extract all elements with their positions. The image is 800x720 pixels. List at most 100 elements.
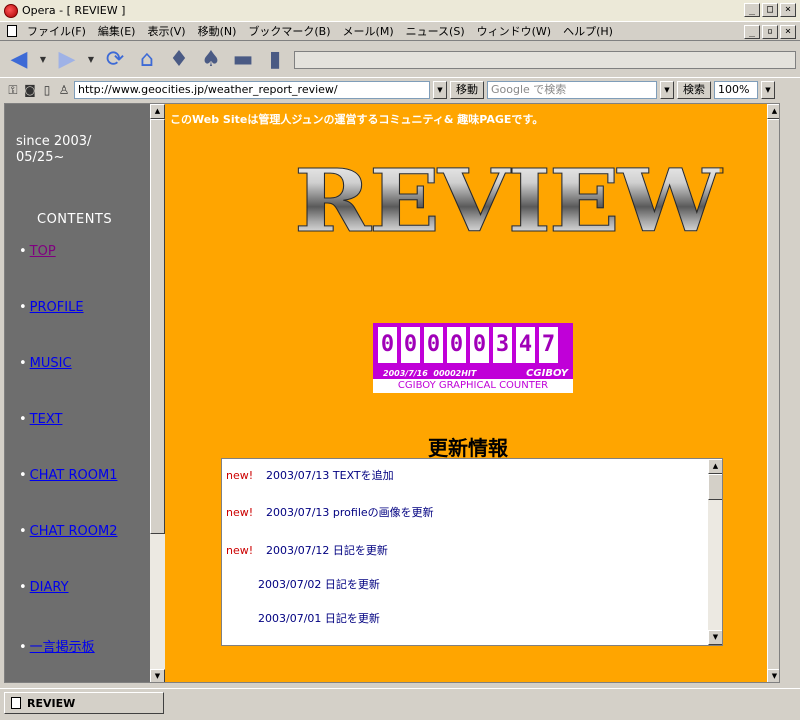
close-button[interactable]: × <box>780 3 796 17</box>
left-frame-scrollbar[interactable]: ▲ ▼ <box>150 104 165 682</box>
new-badge: new! <box>226 468 254 482</box>
child-minimize-button[interactable]: _ <box>744 25 760 39</box>
toolbar-field <box>294 50 796 69</box>
minimize-button[interactable]: _ <box>744 3 760 17</box>
menu-news[interactable]: ニュース(S) <box>400 23 471 39</box>
update-entry: 2003/07/13 TEXTを追加 <box>266 469 394 482</box>
menu-edit[interactable]: 編集(E) <box>92 23 142 39</box>
sidebar-item-chat-room1: • CHAT ROOM1 <box>19 468 118 483</box>
update-list-box: new! 2003/07/13 TEXTを追加 new! 2003/07/13 … <box>221 458 723 646</box>
wand-icon[interactable]: ♠ <box>198 47 224 73</box>
hotlist-icon[interactable]: ♦ <box>166 47 192 73</box>
sidebar-item-bbs: • 一言掲示板 <box>19 640 95 655</box>
main-frame-scrollbar[interactable]: ▲ ▼ <box>767 104 779 682</box>
update-entry: 2003/07/13 profileの画像を更新 <box>266 506 434 519</box>
main-frame: このWeb Siteは管理人ジュンの運営するコミュニティ& 趣味PAGEです。 … <box>166 104 779 682</box>
page-viewport: since 2003/ 05/25~ CONTENTS • TOP • PROFIL… <box>4 103 780 683</box>
counter-caption[interactable]: CGIBOY GRAPHICAL COUNTER <box>373 379 573 393</box>
counter-digits: 0 0 0 0 0 3 4 7 <box>373 323 573 367</box>
window-titlebar: Opera - [ REVIEW ] _ □ × <box>0 0 800 22</box>
scroll-thumb[interactable] <box>708 474 722 500</box>
opera-logo-icon <box>4 3 18 18</box>
search-input[interactable]: Google で検索 <box>487 81 657 99</box>
address-dropdown-button[interactable]: ▼ <box>433 81 447 99</box>
since-date: since 2003/ 05/25~ <box>16 134 92 165</box>
sidebar-link-music[interactable]: MUSIC <box>30 356 72 371</box>
list-item: 2003/07/01 日記を更新 <box>222 608 380 628</box>
list-item: 2003/07/02 日記を更新 <box>222 574 380 594</box>
update-entry: 2003/07/12 日記を更新 <box>266 544 388 557</box>
menu-bookmarks[interactable]: ブックマーク(B) <box>242 23 336 39</box>
back-history-dropdown-icon[interactable]: ▼ <box>38 47 48 73</box>
scroll-down-arrow-icon[interactable]: ▼ <box>767 669 779 682</box>
scroll-down-arrow-icon[interactable]: ▼ <box>708 630 722 645</box>
sidebar-link-top[interactable]: TOP <box>30 244 56 259</box>
scroll-up-arrow-icon[interactable]: ▲ <box>767 104 779 119</box>
scroll-down-arrow-icon[interactable]: ▼ <box>150 669 165 682</box>
scroll-up-arrow-icon[interactable]: ▲ <box>150 104 165 119</box>
sidebar-item-music: • MUSIC <box>19 356 72 371</box>
document-icon <box>11 697 21 709</box>
sidebar-link-text[interactable]: TEXT <box>30 412 63 427</box>
contents-heading: CONTENTS <box>37 212 113 227</box>
menu-navigate[interactable]: 移動(N) <box>192 23 243 39</box>
camera-icon[interactable]: ◙ <box>23 83 37 97</box>
page-info-icon[interactable]: ▯ <box>40 83 54 97</box>
update-list-scrollbar[interactable]: ▲ ▼ <box>708 459 722 645</box>
back-arrow-icon[interactable]: ◀ <box>6 47 32 73</box>
forward-history-dropdown-icon[interactable]: ▼ <box>86 47 96 73</box>
update-info-heading: 更新情報 <box>428 436 508 460</box>
update-entry: 2003/07/01 日記を更新 <box>258 612 380 625</box>
menu-view[interactable]: 表示(V) <box>141 23 191 39</box>
reload-icon[interactable]: ⟳ <box>102 47 128 73</box>
sidebar-link-bbs[interactable]: 一言掲示板 <box>30 640 95 655</box>
page-icon[interactable]: ▮ <box>262 47 288 73</box>
intro-text: このWeb Siteは管理人ジュンの運営するコミュニティ& 趣味PAGEです。 <box>170 113 544 126</box>
menu-help[interactable]: ヘルプ(H) <box>557 23 619 39</box>
menu-mail[interactable]: メール(M) <box>337 23 400 39</box>
zoom-dropdown-button[interactable]: ▼ <box>761 81 775 99</box>
menu-window[interactable]: ウィンドウ(W) <box>471 23 557 39</box>
sidebar-item-diary: • DIARY <box>19 580 69 595</box>
list-item: new! 2003/07/13 profileの画像を更新 <box>222 502 434 522</box>
scroll-thumb[interactable] <box>767 119 779 674</box>
address-toolbar: ⚿ ◙ ▯ ♙ http://www.geocities.jp/weather_… <box>0 79 800 101</box>
page-tab-bar: REVIEW <box>0 688 800 720</box>
sidebar-link-chat-room1[interactable]: CHAT ROOM1 <box>30 468 118 483</box>
address-input[interactable]: http://www.geocities.jp/weather_report_r… <box>74 81 430 99</box>
search-button[interactable]: 検索 <box>677 81 711 99</box>
sidebar-item-chat-room2: • CHAT ROOM2 <box>19 524 118 539</box>
menu-bar: ファイル(F) 編集(E) 表示(V) 移動(N) ブックマーク(B) メール(… <box>0 22 800 41</box>
scroll-up-arrow-icon[interactable]: ▲ <box>708 459 722 474</box>
maximize-button[interactable]: □ <box>762 3 778 17</box>
child-restore-button[interactable]: ▫ <box>762 25 778 39</box>
scroll-thumb[interactable] <box>150 119 165 534</box>
tab-label: REVIEW <box>27 696 76 710</box>
sidebar-nav: • TOP • PROFILE • MUSIC • TEXT • CHAT ROOM1 •… <box>19 244 118 682</box>
sidebar-item-top: • TOP <box>19 244 56 259</box>
counter-hits: 00002HIT <box>433 368 477 378</box>
go-button[interactable]: 移動 <box>450 81 484 99</box>
user-icon[interactable]: ♙ <box>57 83 71 97</box>
sidebar-link-profile[interactable]: PROFILE <box>30 300 84 315</box>
forward-arrow-icon[interactable]: ▶ <box>54 47 80 73</box>
review-logo: REVIEW <box>293 151 722 252</box>
window-title: Opera - [ REVIEW ] <box>22 4 126 17</box>
new-badge: new! <box>226 543 254 557</box>
lock-icon[interactable]: ⚿ <box>6 83 20 97</box>
page-tab-review[interactable]: REVIEW <box>4 692 164 714</box>
sidebar-link-chat-room2[interactable]: CHAT ROOM2 <box>30 524 118 539</box>
hit-counter: 0 0 0 0 0 3 4 7 2003/7/16 00002HIT CGIBO… <box>373 323 573 393</box>
zoom-input[interactable]: 100% <box>714 81 758 99</box>
print-icon[interactable]: ▬ <box>230 47 256 73</box>
child-close-button[interactable]: × <box>780 25 796 39</box>
home-icon[interactable]: ⌂ <box>134 47 160 73</box>
sidebar-item-text: • TEXT <box>19 412 63 427</box>
navigation-toolbar: ◀ ▼ ▶ ▼ ⟳ ⌂ ♦ ♠ ▬ ▮ <box>0 42 800 78</box>
sidebar-item-profile: • PROFILE <box>19 300 84 315</box>
new-badge: new! <box>226 505 254 519</box>
list-item: new! 2003/07/13 TEXTを追加 <box>222 465 394 485</box>
menu-file[interactable]: ファイル(F) <box>21 23 92 39</box>
search-engine-dropdown-button[interactable]: ▼ <box>660 81 674 99</box>
sidebar-link-diary[interactable]: DIARY <box>30 580 69 595</box>
